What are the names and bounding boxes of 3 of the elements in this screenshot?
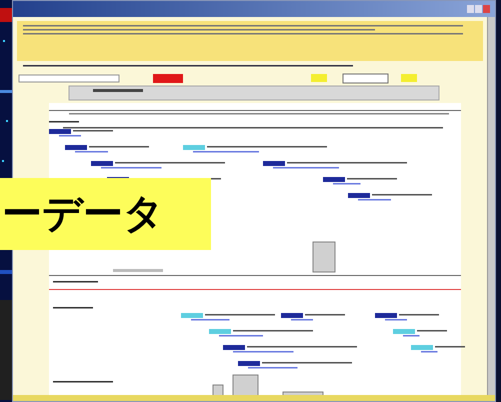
window-controls-icon[interactable] [467, 5, 491, 13]
scrollbar[interactable] [487, 17, 495, 395]
callout-text: ーデータ [2, 194, 164, 234]
